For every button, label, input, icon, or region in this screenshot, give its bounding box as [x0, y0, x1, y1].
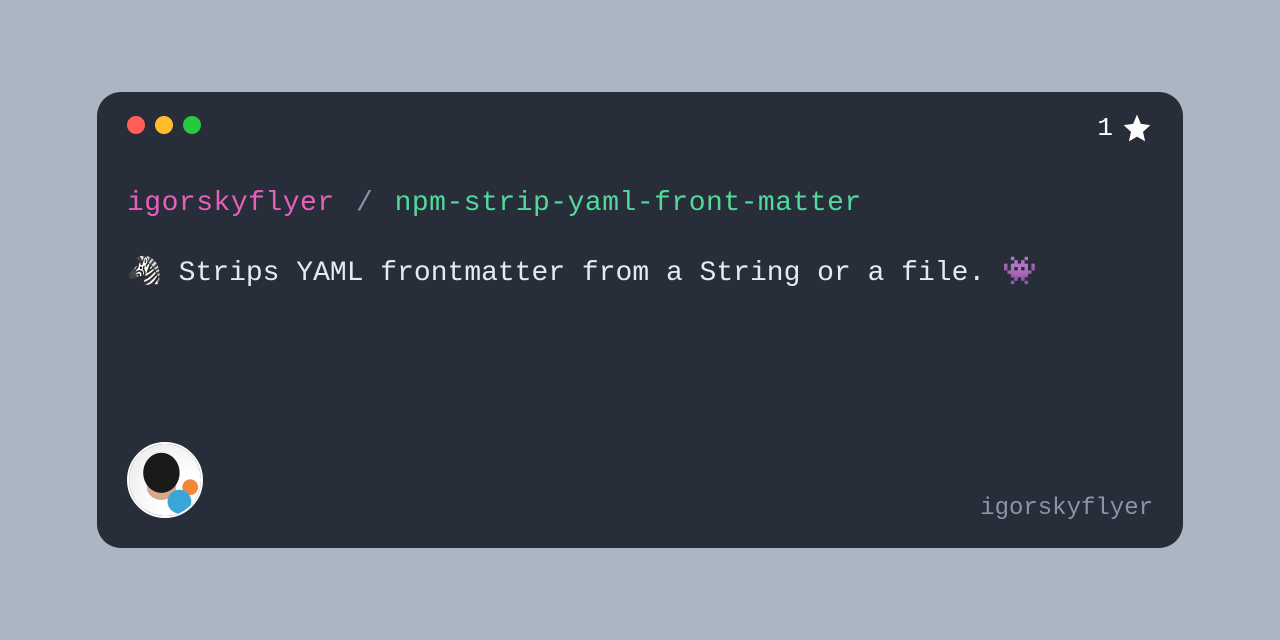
repo-separator: /: [356, 188, 373, 219]
minimize-icon[interactable]: [155, 116, 173, 134]
window-controls: [127, 116, 1153, 134]
star-section: 1: [1097, 112, 1153, 144]
avatar-image: [129, 444, 201, 516]
maximize-icon[interactable]: [183, 116, 201, 134]
repo-description: 🦓 Strips YAML frontmatter from a String …: [127, 253, 1047, 295]
close-icon[interactable]: [127, 116, 145, 134]
star-count: 1: [1097, 113, 1113, 143]
star-icon: [1121, 112, 1153, 144]
repo-card: 1 igorskyflyer / npm-strip-yaml-front-ma…: [97, 92, 1183, 548]
footer-username: igorskyflyer: [980, 495, 1153, 522]
avatar[interactable]: [127, 442, 203, 518]
repo-name[interactable]: npm-strip-yaml-front-matter: [395, 188, 862, 219]
repo-owner[interactable]: igorskyflyer: [127, 188, 335, 219]
repo-title: igorskyflyer / npm-strip-yaml-front-matt…: [127, 188, 1153, 219]
